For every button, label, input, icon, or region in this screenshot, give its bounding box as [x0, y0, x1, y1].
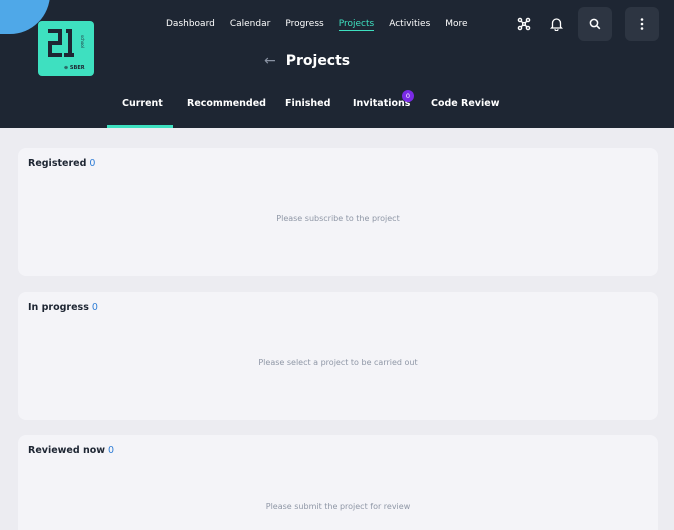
empty-state-message: Please submit the project for review	[265, 502, 411, 511]
search-icon	[589, 18, 601, 30]
app-header: school ⊜ SBER Dashboard Calendar Progres…	[0, 0, 674, 128]
nav-item-activities[interactable]: Activities	[389, 19, 430, 31]
school-21-logo[interactable]: school ⊜ SBER	[38, 21, 94, 76]
section-heading: Registered 0	[28, 158, 95, 169]
active-tab-indicator	[107, 125, 173, 128]
logo-21-glyph-icon	[48, 29, 74, 57]
reviewed-now-section: Reviewed now 0 Please submit the project …	[18, 435, 658, 530]
nav-item-calendar[interactable]: Calendar	[230, 19, 270, 31]
section-title: In progress	[28, 302, 89, 313]
logo-brand-text: ⊜ SBER	[64, 65, 85, 71]
more-menu-button[interactable]	[625, 7, 659, 41]
section-title: Reviewed now	[28, 445, 106, 456]
invitations-badge: 0	[402, 90, 414, 102]
nav-item-dashboard[interactable]: Dashboard	[166, 19, 215, 31]
section-heading: Reviewed now 0	[28, 445, 114, 456]
section-count: 0	[89, 158, 96, 169]
tab-recommended[interactable]: Recommended	[187, 98, 266, 109]
tab-invitations[interactable]: Invitations	[353, 98, 410, 109]
bell-icon[interactable]	[544, 12, 568, 36]
tab-finished[interactable]: Finished	[285, 98, 330, 109]
back-arrow-icon[interactable]: ←	[264, 53, 276, 69]
section-heading: In progress 0	[28, 302, 98, 313]
empty-state-message: Please subscribe to the project	[276, 214, 400, 223]
section-count: 0	[91, 302, 98, 313]
tab-code-review[interactable]: Code Review	[431, 98, 499, 109]
network-icon[interactable]	[512, 12, 536, 36]
nav-item-progress[interactable]: Progress	[285, 19, 323, 31]
page-title: Projects	[285, 53, 351, 69]
section-title: Registered	[28, 158, 87, 169]
project-tabs: Current Recommended Finished Invitations…	[0, 90, 674, 128]
tab-current[interactable]: Current	[122, 98, 163, 109]
top-navigation: Dashboard Calendar Progress Projects Act…	[166, 19, 468, 31]
registered-section: Registered 0 Please subscribe to the proj…	[18, 148, 658, 276]
kebab-menu-icon	[640, 18, 644, 30]
search-button[interactable]	[578, 7, 612, 41]
page-title-row: ← Projects	[264, 53, 350, 69]
section-count: 0	[108, 445, 115, 456]
empty-state-message: Please select a project to be carried ou…	[258, 358, 418, 367]
nav-item-more[interactable]: More	[445, 19, 467, 31]
nav-item-projects[interactable]: Projects	[338, 19, 375, 31]
in-progress-section: In progress 0 Please select a project to …	[18, 292, 658, 420]
logo-vertical-text: school	[80, 35, 85, 48]
